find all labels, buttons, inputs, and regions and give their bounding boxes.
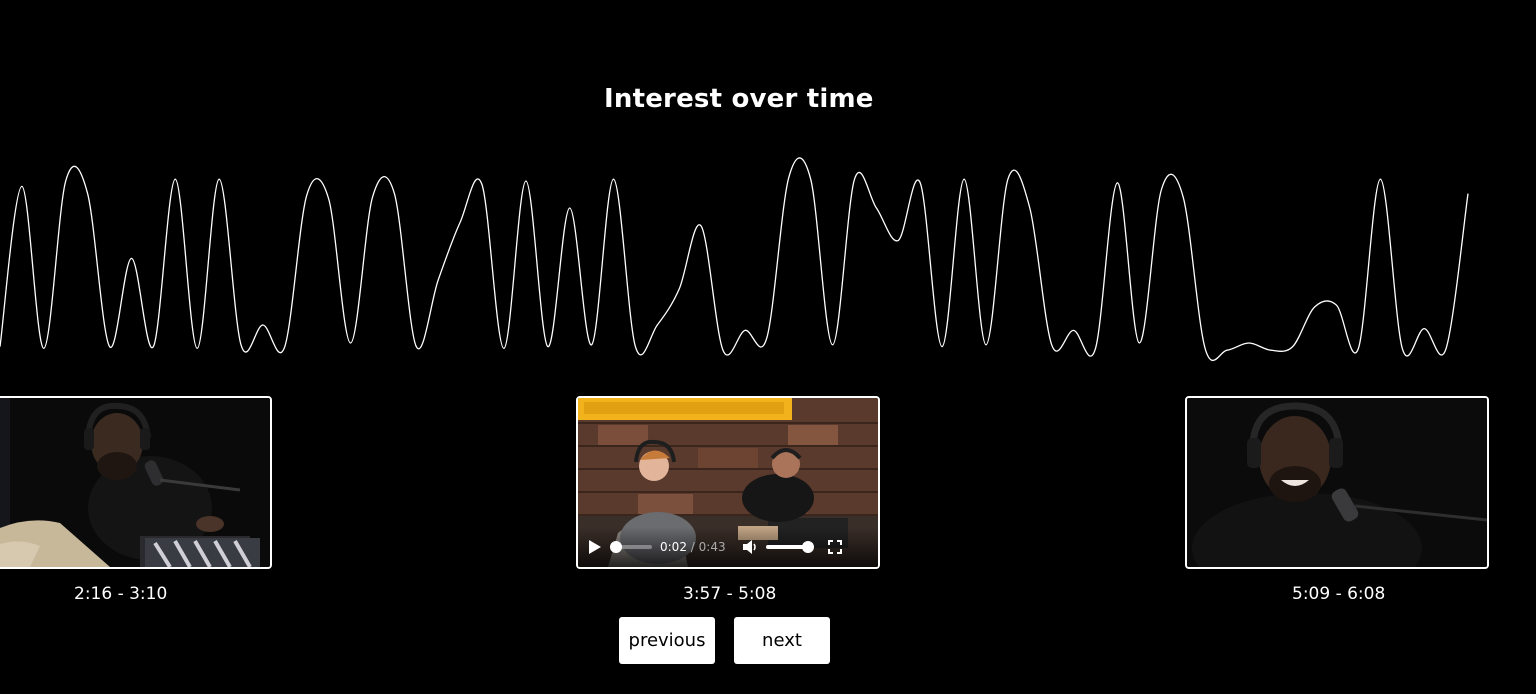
video-frame-man-headphones bbox=[0, 398, 270, 567]
clip-thumbnail-3[interactable] bbox=[1185, 396, 1489, 569]
play-icon[interactable] bbox=[588, 539, 602, 555]
seek-slider[interactable] bbox=[610, 541, 652, 553]
clip-range-3: 5:09 - 6:08 bbox=[1292, 584, 1386, 604]
time-display: 0:02 / 0:43 bbox=[660, 540, 726, 554]
previous-button[interactable]: previous bbox=[619, 617, 715, 664]
chart-title: Interest over time bbox=[604, 84, 874, 114]
seek-thumb[interactable] bbox=[610, 541, 623, 553]
current-time: 0:02 bbox=[660, 540, 687, 554]
time-separator: / bbox=[690, 540, 695, 554]
video-frame-man-smiling bbox=[1187, 398, 1487, 567]
volume-slider[interactable] bbox=[765, 541, 814, 553]
volume-thumb[interactable] bbox=[801, 541, 814, 553]
clip-range-1: 2:16 - 3:10 bbox=[74, 584, 168, 604]
next-button[interactable]: next bbox=[734, 617, 830, 664]
video-controls: 0:02 / 0:43 bbox=[578, 527, 878, 567]
volume-icon[interactable] bbox=[742, 539, 758, 555]
duration: 0:43 bbox=[698, 540, 726, 554]
clip-thumbnail-1[interactable] bbox=[0, 396, 272, 569]
clip-video-player[interactable]: 0:02 / 0:43 bbox=[576, 396, 880, 569]
fullscreen-icon[interactable] bbox=[827, 540, 842, 554]
clip-range-2: 3:57 - 5:08 bbox=[683, 584, 777, 604]
interest-line bbox=[0, 157, 1469, 362]
interest-over-time-chart bbox=[0, 157, 1469, 362]
